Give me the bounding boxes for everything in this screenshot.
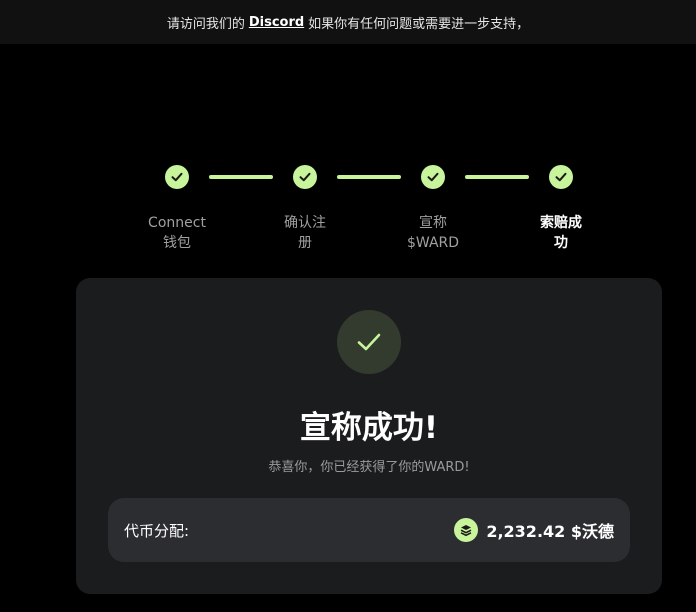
ward-token-icon xyxy=(454,518,479,542)
step-2-label-line1: 确认注 xyxy=(284,215,326,231)
step-connector-2 xyxy=(337,175,401,179)
success-check-icon xyxy=(337,310,401,374)
step-2-label: 确认注 册 xyxy=(265,213,345,253)
step-3-label-line1: 宣称 xyxy=(419,215,447,231)
step-1-label-line2: 钱包 xyxy=(163,235,191,251)
step-4-label: 索赔成 功 xyxy=(521,213,601,253)
success-title: 宣称成功! xyxy=(299,410,439,446)
step-connector-3 xyxy=(465,175,529,179)
claim-success-card: 宣称成功! 恭喜你，你已经获得了你的WARD! 代币分配: 2,232.42 $… xyxy=(76,278,662,594)
step-4-label-line1: 索赔成 xyxy=(540,215,582,231)
step-3-check-icon xyxy=(421,165,445,189)
allocation-amount: 2,232.42 $沃德 xyxy=(486,522,614,541)
success-subtitle: 恭喜你，你已经获得了你的WARD! xyxy=(268,460,470,475)
claim-stepper: Connect 钱包 确认注 册 宣称 $WARD 索赔成 功 xyxy=(0,0,696,270)
step-2-label-line2: 册 xyxy=(298,235,312,251)
step-4-check-icon xyxy=(549,165,573,189)
step-3-label: 宣称 $WARD xyxy=(393,213,473,253)
allocation-label: 代币分配: xyxy=(124,521,190,540)
allocation-value: 2,232.42 $沃德 xyxy=(454,518,614,542)
token-allocation-box: 代币分配: 2,232.42 $沃德 xyxy=(108,498,630,562)
step-2-check-icon xyxy=(293,165,317,189)
step-connector-1 xyxy=(209,175,273,179)
step-3-label-line2: $WARD xyxy=(406,235,460,251)
step-1-label-line1: Connect xyxy=(148,215,206,231)
step-1-check-icon xyxy=(165,165,189,189)
step-1-label: Connect 钱包 xyxy=(137,213,217,253)
step-4-label-line2: 功 xyxy=(554,235,568,251)
